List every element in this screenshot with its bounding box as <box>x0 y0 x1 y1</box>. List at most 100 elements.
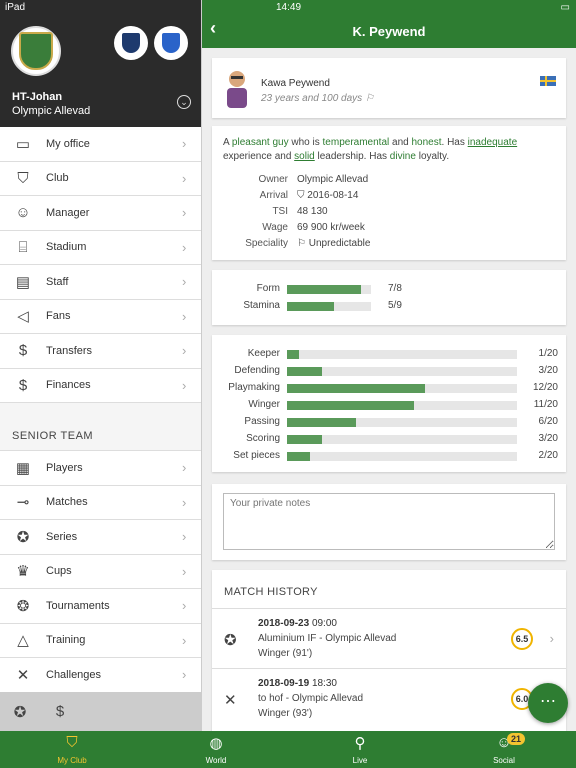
sidebar-item-players[interactable]: ▦ Players › <box>0 451 201 486</box>
sweden-flag-icon <box>540 76 556 86</box>
chevron-right-icon: › <box>182 494 187 510</box>
skill-row-winger: Winger 11/20 <box>248 399 558 410</box>
tab-my-club[interactable]: ⛉ My Club <box>0 731 144 768</box>
skill-row-scoring: Scoring 3/20 <box>246 433 558 444</box>
chevron-right-icon: › <box>182 308 187 324</box>
trait-link[interactable]: inadequate <box>468 137 518 148</box>
stadium-icon: ⌸ <box>18 238 28 256</box>
sidebar-item-label: Manager <box>46 206 90 219</box>
trait-link[interactable]: temperamental <box>323 137 390 148</box>
manager-icon: ☺ <box>15 204 31 222</box>
sidebar-item-matches[interactable]: ⊸ Matches › <box>0 485 201 520</box>
match-position: Winger (91') <box>258 648 313 659</box>
megaphone-icon: ◁ <box>17 308 29 326</box>
desk-icon: ▭ <box>15 135 31 153</box>
tab-world[interactable]: ◍ World <box>144 731 288 768</box>
chevron-right-icon: › <box>182 598 187 614</box>
crossed-flags-icon: ✕ <box>224 692 237 709</box>
chevron-right-icon: › <box>182 529 187 545</box>
battery-icon: ▭ <box>560 2 570 13</box>
globe-icon: ◍ <box>209 735 223 752</box>
match-position: Winger (93') <box>258 708 313 719</box>
club-logo-icon[interactable] <box>11 26 61 76</box>
skills-card: Keeper 1/20 Defending 3/20 Playmaking 12/20… <box>212 335 566 472</box>
chevron-right-icon: › <box>182 205 187 221</box>
device-label: iPad <box>5 2 26 13</box>
sidebar-item-tournaments[interactable]: ❂ Tournaments › <box>0 589 201 624</box>
match-time: 18:30 <box>311 678 337 689</box>
player-card: Kawa Peywend 23 years and 100 days ⚐ <box>212 58 566 118</box>
federation-badge-icon[interactable] <box>154 26 188 60</box>
detail-row-owner: Owner Olympic Allevad <box>258 174 369 185</box>
club-shield-icon: ⛉ <box>66 734 78 751</box>
tab-social[interactable]: ☺ Social <box>432 731 576 768</box>
match-time: 09:00 <box>311 618 337 629</box>
trait-link[interactable]: divine <box>390 151 416 162</box>
chevron-right-icon: › <box>182 667 187 683</box>
player-description: A pleasant guy who is temperamental and … <box>223 137 518 162</box>
sidebar-item-training[interactable]: △ Training › <box>0 623 201 658</box>
skill-bar <box>287 302 334 311</box>
condition-row-stamina: Stamina 5/9 <box>243 300 402 311</box>
sidebar-item-staff[interactable]: ▤ Staff › <box>0 265 201 300</box>
skill-row-playmaking: Playmaking 12/20 <box>228 382 558 393</box>
live-icon: ⚲ <box>354 735 366 752</box>
sidebar-item-manager[interactable]: ☺ Manager › <box>0 196 201 231</box>
skill-bar <box>287 350 299 359</box>
tab-live[interactable]: ⚲ Live <box>288 731 432 768</box>
skill-bar <box>287 435 322 444</box>
chevron-right-icon: › <box>182 632 187 648</box>
more-actions-button[interactable]: ⋯ <box>528 683 568 723</box>
shirt-dollar-icon[interactable]: $ <box>40 703 80 720</box>
detail-row-speciality: Speciality ⚐ Unpredictable <box>245 238 371 249</box>
match-rating: 6.5 <box>511 628 533 650</box>
sidebar-item-club[interactable]: ⛉ Club › <box>0 161 201 196</box>
player-full-name: Kawa Peywend <box>261 78 330 89</box>
sidebar-item-label: Staff <box>46 275 69 288</box>
briefcase-icon: ▤ <box>15 273 31 291</box>
sidebar-item-label: Players <box>46 461 83 474</box>
trait-link[interactable]: solid <box>294 151 315 162</box>
sidebar-item-label: Series <box>46 530 78 543</box>
club-name: Olympic Allevad <box>12 105 91 117</box>
club-shield-icon: ⛉ <box>17 169 29 187</box>
sidebar-item-label: Club <box>46 172 69 185</box>
cup-icon: ♛ <box>16 563 30 581</box>
tab-bar: ⛉ My Club ◍ World ⚲ Live ☺ Social <box>0 731 576 768</box>
medal-icon: ✪ <box>224 632 237 649</box>
detail-row-tsi: TSI 48 130 <box>272 206 328 217</box>
match-teams: to hof - Olympic Allevad <box>258 693 364 704</box>
chevron-down-icon[interactable]: ⌄ <box>177 95 191 109</box>
medal-icon[interactable]: ✪ <box>0 703 40 721</box>
match-row[interactable]: ✪ 2018-09-23 09:00 Aluminium IF - Olympi… <box>212 608 566 668</box>
trait-link[interactable]: honest <box>411 137 441 148</box>
sidebar-item-cups[interactable]: ♛ Cups › <box>0 554 201 589</box>
sidebar-item-finances[interactable]: $ Finances › <box>0 368 201 403</box>
sidebar-item-challenges[interactable]: ✕ Challenges › <box>0 658 201 693</box>
skill-bar <box>287 452 310 461</box>
private-notes-input[interactable] <box>223 493 555 550</box>
laurel-icon: ❂ <box>16 597 30 615</box>
whistle-icon: ⊸ <box>16 494 30 512</box>
sidebar-item-fans[interactable]: ◁ Fans › <box>0 299 201 334</box>
chevron-right-icon: › <box>549 631 554 646</box>
sidebar: HT-Johan Olympic Allevad ⌄ ▭ My office › ⛉… <box>0 0 202 731</box>
chevron-right-icon: › <box>182 377 187 393</box>
match-row[interactable]: ✕ 2018-09-19 18:30 to hof - Olympic Alle… <box>212 668 566 728</box>
condition-row-form: Form 7/8 <box>256 283 402 294</box>
detail-row-wage: Wage 69 900 kr/week <box>262 222 365 233</box>
chevron-right-icon: › <box>182 239 187 255</box>
player-detail[interactable]: Kawa Peywend 23 years and 100 days ⚐ A p… <box>202 48 576 731</box>
trait-link[interactable]: pleasant guy <box>232 137 289 148</box>
medal-icon: ✪ <box>16 528 30 546</box>
match-history-card: MATCH HISTORY ✪ 2018-09-23 09:00 Alumini… <box>212 570 566 731</box>
sidebar-item-series[interactable]: ✪ Series › <box>0 520 201 555</box>
sidebar-item-label: Cups <box>46 565 72 578</box>
sidebar-item-stadium[interactable]: ⌸ Stadium › <box>0 230 201 265</box>
skill-row-passing: Passing 6/20 <box>244 416 558 427</box>
supporter-badge-icon[interactable] <box>114 26 148 60</box>
sidebar-item-transfers[interactable]: $ Transfers › <box>0 334 201 369</box>
detail-row-arrival: Arrival ⛉ 2016-08-14 <box>259 190 359 201</box>
notes-card <box>212 484 566 560</box>
sidebar-item-my-office[interactable]: ▭ My office › <box>0 127 201 162</box>
